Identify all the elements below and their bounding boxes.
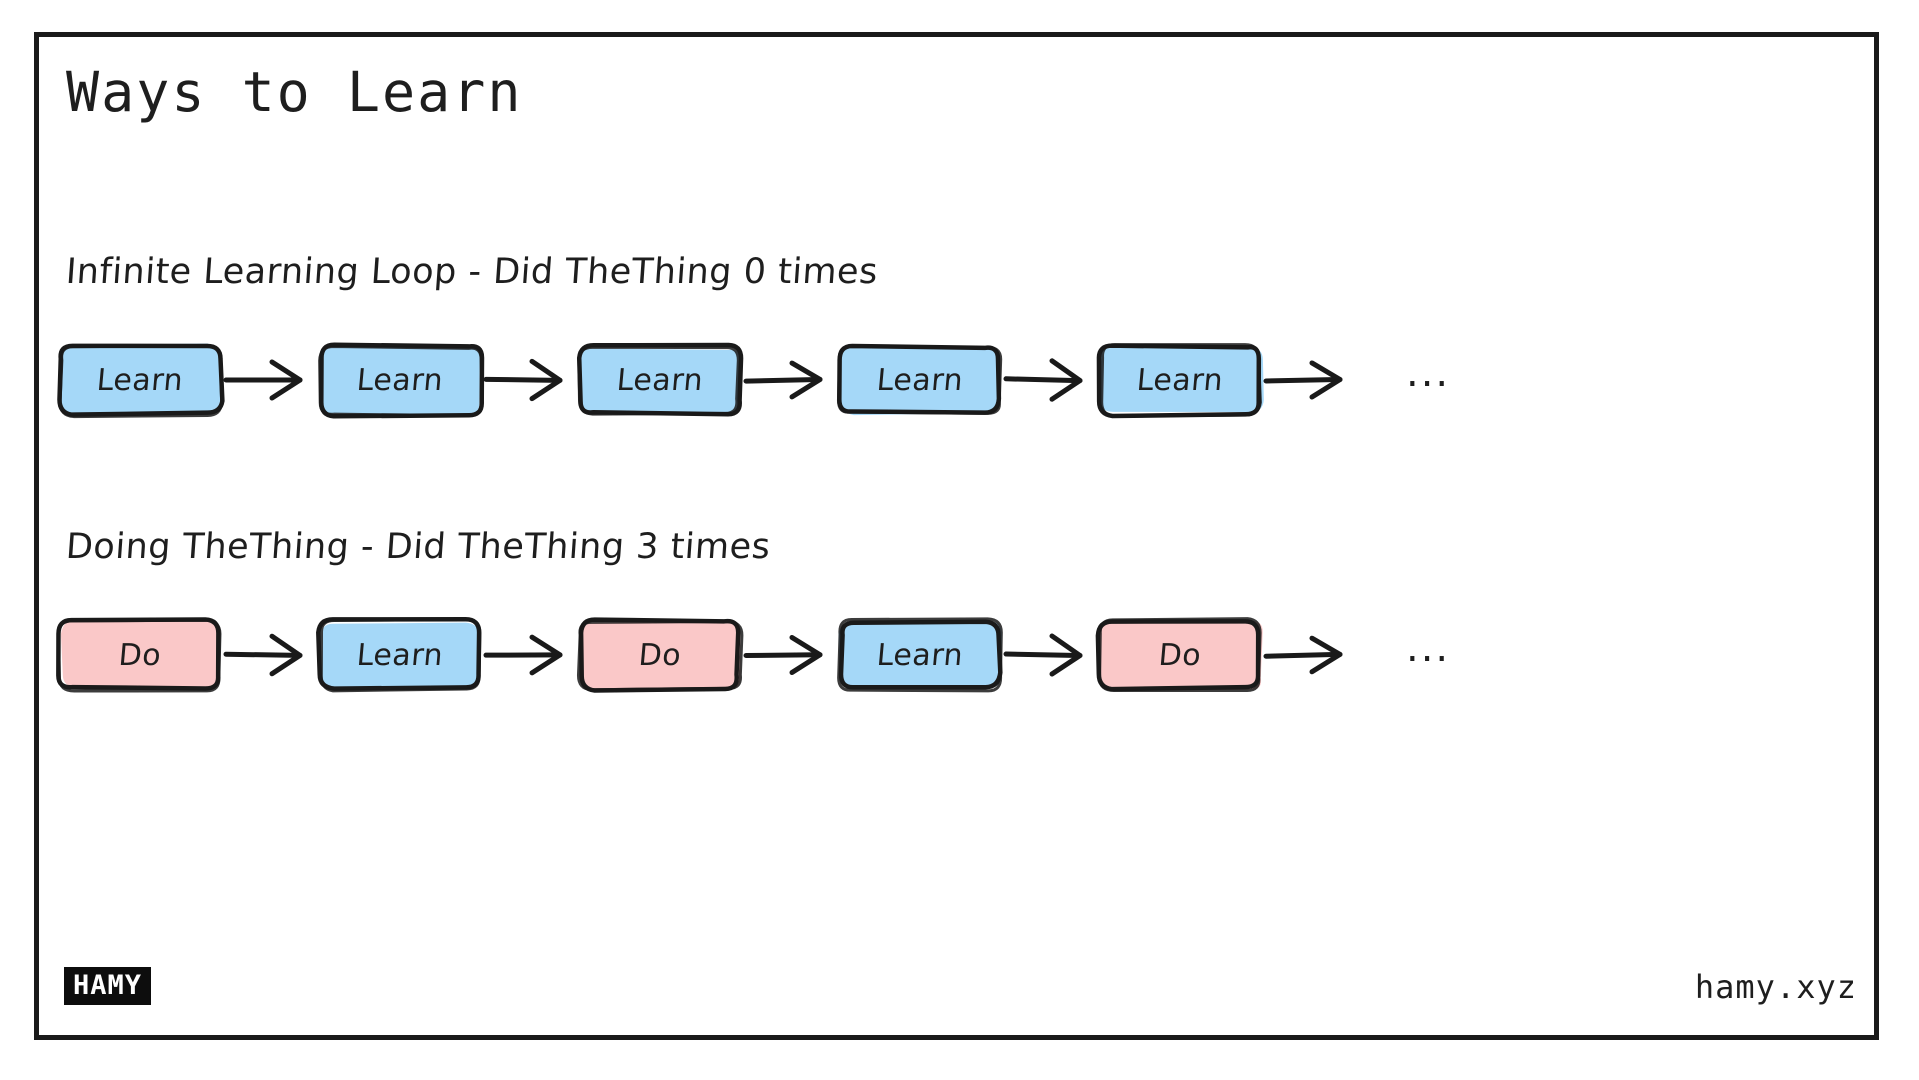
- flow-node-do[interactable]: Do: [1095, 617, 1263, 693]
- flow-node-learn[interactable]: Learn: [837, 617, 1003, 693]
- section-label-doing-thething: Doing TheThing - Did TheThing 3 times: [64, 527, 772, 567]
- page-title: Ways to Learn: [66, 60, 523, 124]
- hamy-logo-text: HAMY: [73, 970, 143, 1001]
- arrow-icon: [1000, 625, 1100, 685]
- node-label: Do: [117, 637, 163, 673]
- arrow-icon: [1000, 350, 1100, 410]
- arrow-icon: [740, 350, 840, 410]
- flow-node-do[interactable]: Do: [56, 617, 222, 693]
- node-label: Learn: [1135, 362, 1225, 398]
- arrow-icon: [220, 350, 320, 410]
- node-label: Learn: [615, 362, 705, 398]
- flow-node-learn[interactable]: Learn: [316, 617, 482, 693]
- site-url: hamy.xyz: [1694, 968, 1857, 1006]
- flow-node-learn[interactable]: Learn: [318, 342, 485, 419]
- flow-node-learn[interactable]: Learn: [576, 342, 744, 417]
- node-label: Do: [637, 637, 683, 673]
- arrow-icon: [740, 625, 840, 685]
- flow-continuation-ellipsis: ...: [1406, 625, 1451, 671]
- node-label: Do: [1157, 637, 1203, 673]
- arrow-icon: [480, 350, 580, 410]
- section-label-infinite-learning-loop: Infinite Learning Loop - Did TheThing 0 …: [64, 252, 880, 292]
- arrow-icon: [220, 625, 320, 685]
- diagram-canvas: Ways to Learn Infinite Learning Loop - D…: [0, 0, 1919, 1080]
- flow-node-learn[interactable]: Learn: [836, 343, 1003, 416]
- flow-node-learn[interactable]: Learn: [1096, 343, 1264, 419]
- arrow-icon: [1260, 350, 1360, 410]
- arrow-icon: [1260, 625, 1360, 685]
- node-label: Learn: [355, 637, 445, 673]
- flow-continuation-ellipsis: ...: [1406, 350, 1451, 396]
- node-label: Learn: [875, 637, 965, 673]
- node-label: Learn: [355, 362, 445, 398]
- node-label: Learn: [875, 362, 965, 398]
- arrow-icon: [480, 625, 580, 685]
- flow-row-infinite-learning-loop: Learn Learn Learn Learn Learn...: [57, 320, 1860, 440]
- hamy-logo: HAMY: [64, 967, 152, 1005]
- node-label: Learn: [95, 362, 185, 398]
- flow-row-doing-thething: Do Learn Do Learn Do...: [56, 595, 1860, 715]
- flow-node-do[interactable]: Do: [576, 617, 744, 693]
- flow-node-learn[interactable]: Learn: [57, 343, 225, 419]
